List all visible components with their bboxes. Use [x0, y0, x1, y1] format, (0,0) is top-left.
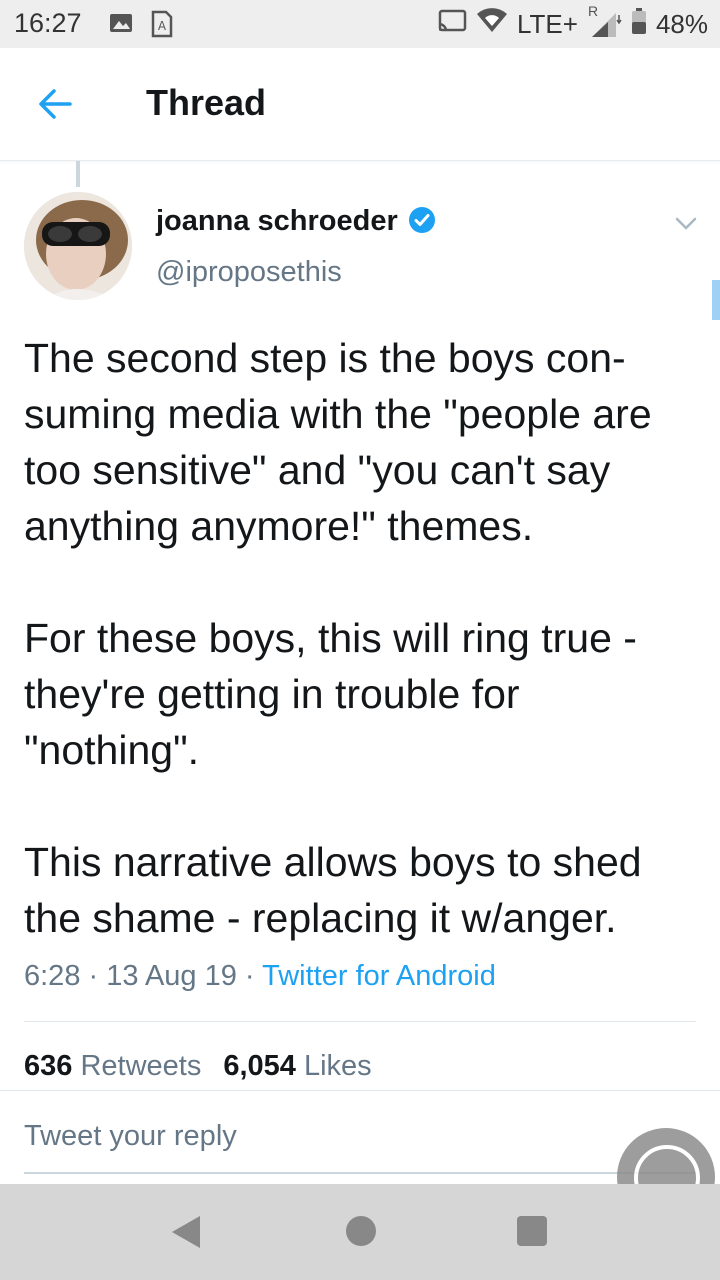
svg-text:A: A	[158, 19, 167, 33]
wifi-icon	[477, 8, 508, 41]
meta-separator: ·	[236, 960, 263, 992]
battery-percent: 48%	[655, 9, 708, 39]
retweets-stat[interactable]: 636 Retweets	[24, 1050, 201, 1082]
display-name[interactable]: joanna schroeder	[156, 205, 398, 238]
tweet-meta: 6:28 · 13 Aug 19 · Twitter for Android	[24, 960, 496, 993]
tweet-options-button[interactable]	[672, 214, 700, 234]
image-icon	[108, 10, 134, 40]
back-button[interactable]	[34, 82, 78, 126]
status-time: 16:27	[14, 8, 82, 38]
thread-connector-line	[76, 161, 80, 187]
divider	[24, 1021, 696, 1022]
page-title: Thread	[146, 82, 267, 123]
name-row[interactable]: joanna schroeder	[156, 205, 436, 238]
tweet-paragraph: This narrative allows boys to shed the s…	[24, 839, 642, 941]
battery-icon	[631, 8, 646, 41]
arrow-left-icon	[39, 89, 72, 119]
divider	[0, 1090, 720, 1091]
likes-label: Likes	[303, 1050, 372, 1082]
reply-input-underline	[24, 1172, 696, 1174]
likes-stat[interactable]: 6,054 Likes	[223, 1050, 371, 1082]
triangle-back-icon	[172, 1216, 200, 1248]
tweet-date: 13 Aug 19	[106, 960, 237, 992]
network-type: LTE+	[517, 9, 578, 39]
tweet-stats: 636 Retweets 6,054 Likes	[24, 1050, 372, 1083]
reply-input[interactable]: Tweet your reply	[24, 1120, 237, 1153]
chevron-down-icon	[675, 217, 697, 230]
app-header: Thread	[0, 48, 720, 161]
nav-back-button[interactable]	[170, 1214, 204, 1254]
status-bar: 16:27 A LTE+ R 48%	[0, 0, 720, 48]
signal-icon: R	[588, 3, 622, 39]
nav-home-button[interactable]	[346, 1216, 376, 1246]
cast-icon	[437, 9, 467, 40]
nav-recents-button[interactable]	[517, 1216, 547, 1246]
scrollbar[interactable]	[712, 280, 720, 320]
system-nav-bar	[0, 1184, 720, 1280]
sim-alert-icon: A	[150, 10, 174, 42]
tweet-paragraph: For these boys, this will ring true - th…	[24, 615, 637, 773]
retweets-count: 636	[24, 1050, 73, 1082]
meta-separator: ·	[80, 960, 107, 992]
avatar[interactable]	[24, 192, 132, 300]
tweet-paragraph: The second step is the boys con-suming m…	[24, 335, 652, 549]
verified-badge-icon	[408, 206, 436, 238]
user-handle[interactable]: @iproposethis	[156, 256, 342, 289]
likes-count: 6,054	[223, 1050, 296, 1082]
tweet-time: 6:28	[24, 960, 81, 992]
tweet-source-link[interactable]: Twitter for Android	[262, 960, 496, 992]
retweets-label: Retweets	[80, 1050, 202, 1082]
tweet-text: The second step is the boys con-suming m…	[24, 330, 704, 946]
reply-composer: Tweet your reply	[0, 1092, 720, 1184]
profile-photo	[24, 192, 132, 300]
